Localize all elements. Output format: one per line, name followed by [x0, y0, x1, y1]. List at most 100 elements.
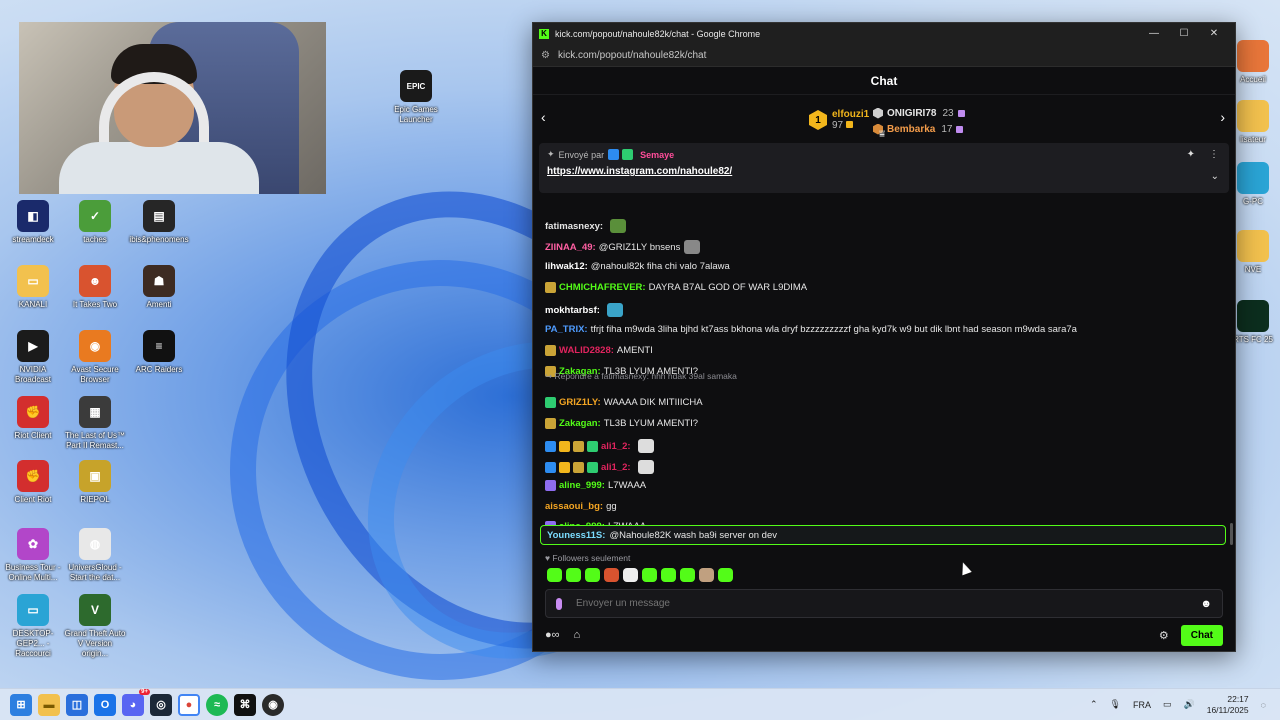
epic-games-launcher-icon[interactable]: EPIC Epic Games Launcher	[385, 70, 447, 125]
chat-message[interactable]: aline_999:L7WAAA	[545, 480, 646, 491]
leaderboard-expand-icon[interactable]: ⩸	[879, 129, 885, 140]
message-input[interactable]	[576, 598, 1201, 609]
desktop-icon[interactable]: ▤ ibis&phenomens	[128, 200, 190, 245]
desktop-icon[interactable]: ▦ The Last of Us™ Part II Remast...	[64, 396, 126, 451]
chat-message[interactable]: fatimasnexy:	[545, 219, 627, 233]
leaderboard-second-name[interactable]: ONIGIRI78	[887, 108, 936, 119]
close-button[interactable]: ✕	[1199, 28, 1229, 39]
leaderboard-third-name[interactable]: Bembarka	[887, 124, 935, 135]
minimize-button[interactable]: —	[1139, 28, 1169, 39]
emote-icon[interactable]	[718, 568, 733, 582]
chevron-down-icon[interactable]: ⌄	[1211, 171, 1219, 182]
emote-icon[interactable]	[680, 568, 695, 582]
message-username[interactable]: Youness11S:	[547, 530, 605, 541]
highlighted-message[interactable]: Youness11S: @Nahoule82K wash ba9i server…	[540, 525, 1226, 545]
leaderboard-first[interactable]: 1 elfouzi1 97	[809, 109, 869, 131]
language-indicator[interactable]: FRA	[1133, 700, 1151, 710]
message-username[interactable]: CHMICHAFREVER:	[559, 282, 646, 293]
chat-message[interactable]: CHMICHAFREVER: DAYRA B7AL GOD OF WAR L9DI…	[545, 282, 807, 293]
desktop-icon[interactable]: ▭ KANALI	[2, 265, 64, 310]
desktop-icon[interactable]: ☗ Amenti	[128, 265, 190, 310]
steam-icon[interactable]: ◎	[150, 693, 172, 716]
more-options-icon[interactable]: ⋮	[1209, 149, 1219, 160]
message-username[interactable]: Zakagan:	[559, 418, 601, 429]
leaderboard-next-button[interactable]: ›	[1220, 109, 1225, 125]
file-explorer-icon[interactable]: ▬	[38, 693, 60, 716]
leaderboard-prev-button[interactable]: ‹	[541, 109, 546, 125]
address-bar[interactable]: ⚙ kick.com/popout/nahoule82k/chat	[533, 44, 1235, 67]
chat-message[interactable]: ZIINAA_49: @GRIZ1LY bnsens	[545, 240, 701, 254]
desktop-icon[interactable]: ◧ streamdeck	[2, 200, 64, 245]
terminal-icon[interactable]: ⌘	[234, 693, 256, 716]
desktop-icon[interactable]: ≡ ARC Raiders	[128, 330, 190, 375]
emote-icon[interactable]	[661, 568, 676, 582]
chrome-icon[interactable]: ●	[178, 693, 200, 716]
message-input-box[interactable]: ☻	[545, 589, 1223, 618]
desktop-icon[interactable]: ▣ RIEPOL	[64, 460, 126, 505]
volume-icon[interactable]: 🔊	[1184, 699, 1195, 710]
store-icon[interactable]: ⌂	[574, 629, 581, 641]
desktop-icon[interactable]: ◉ Avast Secure Browser	[64, 330, 126, 385]
desktop-icon[interactable]: ▶ NVIDIA Broadcast	[2, 330, 64, 385]
chat-message[interactable]: ali1_2:	[545, 460, 654, 474]
mic-tray-icon[interactable]: 🎙	[1110, 699, 1121, 710]
chat-message[interactable]: GRIZ1LY: WAAAA DIK MITIIICHA	[545, 397, 703, 408]
unpin-icon[interactable]: ✦	[1187, 149, 1195, 160]
message-username[interactable]: GRIZ1LY:	[559, 397, 601, 408]
chat-message[interactable]: lihwak12: @nahoul82k fiha chi valo 7alawa	[545, 261, 730, 272]
desktop-icon[interactable]: ✊ Riot Client	[2, 396, 64, 441]
message-username[interactable]: ZIINAA_49:	[545, 242, 596, 253]
message-username[interactable]: ali1_2:	[601, 462, 631, 473]
emote-icon[interactable]	[566, 568, 581, 582]
pinned-link[interactable]: https://www.instagram.com/nahoule82/	[547, 166, 1221, 177]
network-icon[interactable]: ▭	[1163, 699, 1172, 710]
obs-icon[interactable]: ◉	[262, 693, 284, 716]
emote-icon[interactable]	[642, 568, 657, 582]
reply-context[interactable]: ↪ Répondre à fatimasnexy: hhh hdak 39al …	[545, 371, 737, 382]
emoji-picker-icon[interactable]: ☻	[1200, 598, 1212, 610]
message-username[interactable]: fatimasnexy:	[545, 221, 603, 232]
desktop-icon[interactable]: ✊ Client Riot	[2, 460, 64, 505]
message-username[interactable]: lihwak12:	[545, 261, 588, 272]
discord-icon[interactable]: ◕ 9+	[122, 688, 150, 716]
chat-message[interactable]: ali1_2:	[545, 439, 654, 453]
emote-icon[interactable]	[699, 568, 714, 582]
chevron-up-icon[interactable]: ⌃	[1090, 699, 1098, 710]
clock[interactable]: 22:17 16/11/2025	[1207, 694, 1249, 716]
message-username[interactable]: aissaoui_bg:	[545, 501, 603, 512]
mic-icon[interactable]	[556, 597, 562, 610]
points-icon[interactable]: ●∞	[545, 629, 560, 641]
desktop-icon[interactable]: ✿ Business Tour - Online Multi...	[2, 528, 64, 583]
emote-icon[interactable]	[585, 568, 600, 582]
chat-message[interactable]: WALID2828: AMENTI	[545, 345, 653, 356]
message-username[interactable]: aline_999:	[559, 480, 605, 491]
spotify-icon[interactable]: ≈	[206, 693, 228, 716]
site-info-icon[interactable]: ⚙	[541, 50, 550, 61]
message-username[interactable]: WALID2828:	[559, 345, 614, 356]
chat-message[interactable]: mokhtarbsf:	[545, 303, 623, 317]
emote-icon[interactable]	[604, 568, 619, 582]
send-chat-button[interactable]: Chat	[1180, 624, 1223, 646]
chat-scrollbar[interactable]	[1230, 523, 1233, 545]
store-app-icon[interactable]: ◫	[66, 693, 88, 716]
message-username[interactable]: PA_TRIX:	[545, 324, 588, 335]
message-username[interactable]: mokhtarbsf:	[545, 305, 600, 316]
url-text[interactable]: kick.com/popout/nahoule82k/chat	[558, 50, 706, 61]
start-button-icon[interactable]: ⊞	[10, 693, 32, 716]
emote-icon[interactable]	[623, 568, 638, 582]
outlook-icon[interactable]: O	[94, 693, 116, 716]
desktop-icon[interactable]: ◍ UniversGloud - Start the dat...	[64, 528, 126, 583]
emote-icon[interactable]	[547, 568, 562, 582]
desktop-icon[interactable]: ▭ DESKTOP-GEP2... - Raccourci	[2, 594, 64, 659]
chat-message[interactable]: PA_TRIX: tfrjt fiha m9wda 3liha bjhd kt7a…	[545, 324, 1077, 335]
chat-message[interactable]: aissaoui_bg: gg	[545, 501, 617, 512]
chat-message[interactable]: Zakagan: TL3B LYUM AMENTI?	[545, 418, 698, 429]
notifications-icon[interactable]: ◌	[1261, 700, 1266, 710]
pinned-user[interactable]: Semaye	[640, 150, 674, 160]
maximize-button[interactable]: ☐	[1169, 28, 1199, 39]
message-username[interactable]: ali1_2:	[601, 441, 631, 452]
settings-gear-icon[interactable]: ⚙	[1159, 629, 1169, 642]
desktop-icon[interactable]: V Grand Theft Auto V Version origin...	[64, 594, 126, 659]
desktop-icon[interactable]: ✓ taches	[64, 200, 126, 245]
desktop-icon[interactable]: ☻ It Takes Two	[64, 265, 126, 310]
